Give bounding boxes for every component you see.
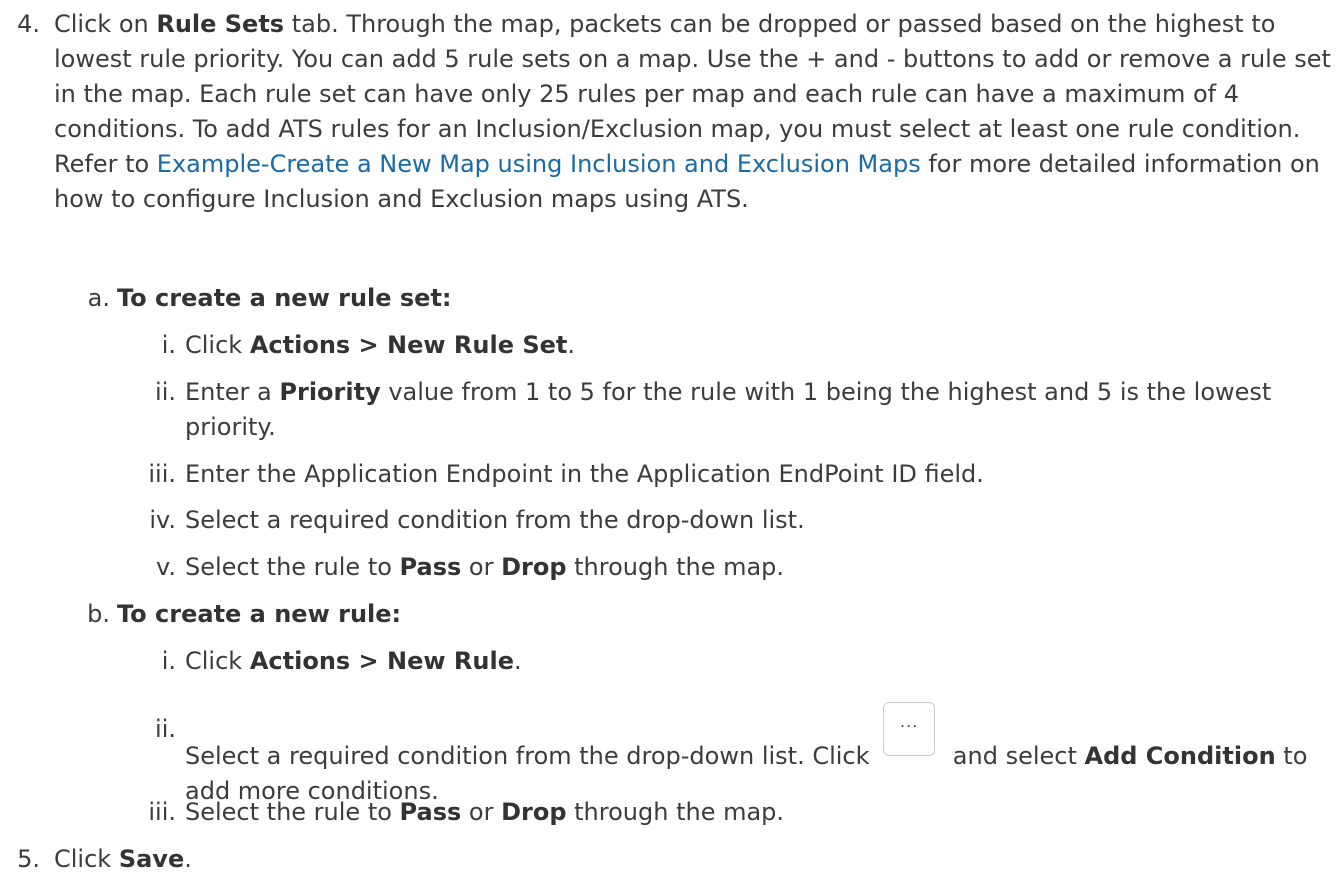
text-run: Select the rule to <box>185 553 400 581</box>
item-number: iii. <box>148 460 176 488</box>
sub-step-number: b. <box>87 600 110 628</box>
sub-step-heading: To create a new rule: <box>117 597 1317 632</box>
text-run: . <box>513 647 522 675</box>
text-run: through the map. <box>566 553 785 581</box>
step-4-text: Click on Rule Sets tab. Through the map,… <box>54 7 1334 217</box>
bold-run: Actions > New Rule Set <box>249 331 568 359</box>
text-run: through the map. <box>566 798 785 826</box>
heading-text: To create a new rule: <box>117 600 402 628</box>
text-run: Select the rule to <box>185 798 400 826</box>
text-run: or <box>461 553 502 581</box>
text-run: Select a required condition from the dro… <box>185 742 878 770</box>
text-run: Click <box>185 331 250 359</box>
text-run: or <box>461 798 502 826</box>
item-number: i. <box>161 647 176 675</box>
item-number: v. <box>156 553 176 581</box>
sub-step-heading: To create a new rule set: <box>117 281 1317 316</box>
item-number: ii. <box>155 715 176 743</box>
save-label: Save <box>118 845 185 873</box>
text-run: Click <box>54 845 119 873</box>
item-text: Enter the Application Endpoint in the Ap… <box>185 457 1335 492</box>
heading-text: To create a new rule set: <box>117 284 452 312</box>
step-number: 4. <box>17 10 40 38</box>
text-run: Click on <box>54 10 157 38</box>
text-run: Select a required condition from the dro… <box>185 506 805 534</box>
text-run: . <box>567 331 575 359</box>
bold-run: Pass <box>399 553 462 581</box>
bold-run: Drop <box>501 553 567 581</box>
item-text: Click Actions > New Rule. <box>185 644 1335 679</box>
item-number: i. <box>161 331 176 359</box>
item-number: ii. <box>155 378 176 406</box>
item-text: Select a required condition from the dro… <box>185 503 1335 538</box>
text-run: Enter the Application Endpoint in the Ap… <box>185 460 984 488</box>
bold-run: Priority <box>279 378 381 406</box>
bold-run: Drop <box>501 798 567 826</box>
item-number: iii. <box>148 798 176 826</box>
text-run: Enter a <box>185 378 280 406</box>
item-number: iv. <box>149 506 176 534</box>
example-inclusion-exclusion-link[interactable]: Example-Create a New Map using Inclusion… <box>157 150 921 178</box>
step-number: 5. <box>17 845 40 873</box>
bold-run: Actions > New Rule <box>249 647 514 675</box>
item-text: Select the rule to Pass or Drop through … <box>185 795 1335 830</box>
document-body: 4. Click on Rule Sets tab. Through the m… <box>0 0 1340 879</box>
sub-step-number: a. <box>87 284 110 312</box>
rule-sets-tab-label: Rule Sets <box>156 10 285 38</box>
text-run: Click <box>185 647 250 675</box>
text-run: and select <box>945 742 1085 770</box>
ellipsis-icon: ... <box>900 712 919 731</box>
item-text: Select the rule to Pass or Drop through … <box>185 550 1335 585</box>
step-5-text: Click Save. <box>54 842 1254 877</box>
more-options-button[interactable]: ... <box>883 702 936 756</box>
bold-run: Pass <box>399 798 462 826</box>
bold-run: Add Condition <box>1084 742 1276 770</box>
text-run: . <box>184 845 192 873</box>
item-text: Click Actions > New Rule Set. <box>185 328 1335 363</box>
item-text: Enter a Priority value from 1 to 5 for t… <box>185 375 1335 445</box>
